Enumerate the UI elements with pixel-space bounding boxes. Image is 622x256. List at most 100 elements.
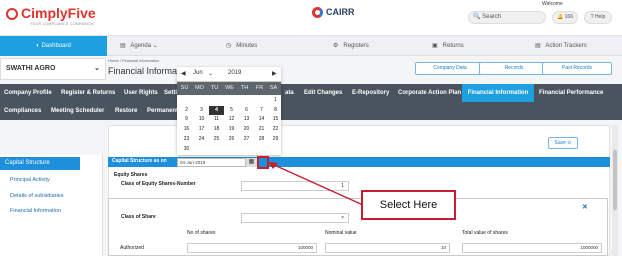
past-records-button[interactable]: Past Records [542, 62, 612, 75]
calendar-empty-cell [194, 96, 209, 105]
calendar-day[interactable]: 21 [254, 125, 269, 134]
menu-restore[interactable]: Restore [115, 108, 137, 114]
calendar-day[interactable]: 7 [254, 106, 269, 115]
select-here-callout: Select Here [361, 190, 456, 220]
authorized-nominal-input[interactable]: 10 [325, 243, 450, 253]
weekday-header: SU MO TU WE TH FR SA [177, 82, 281, 95]
nav-dashboard[interactable]: ◐ Dashboard [0, 36, 107, 56]
calendar-day[interactable]: 1 [268, 96, 283, 105]
col-total-value: Total value of shares [462, 230, 508, 236]
menu-permanent[interactable]: Permanent [147, 108, 178, 114]
menu-corporate-action-plan[interactable]: Corporate Action Plan [398, 90, 461, 96]
sidebar-item-financial-information[interactable]: Financial Information [10, 208, 61, 214]
menu-data[interactable]: ata [285, 90, 294, 96]
menu-settings[interactable]: Setti [164, 90, 177, 96]
calendar-day[interactable]: 8 [268, 106, 283, 115]
arrow-annotation [268, 162, 364, 206]
calendar-grid: 1 2 3 4 5 6 7 8 9 10 11 12 13 14 15 16 17 18 19 20 21 22 23 24 2… [177, 95, 281, 155]
authorized-shares-input[interactable]: 100000 [187, 243, 317, 253]
calendar-day[interactable]: 18 [209, 125, 224, 134]
calendar-icon[interactable]: ▦ [245, 158, 257, 167]
prev-month-icon[interactable]: ◀ [181, 70, 186, 77]
weekday-label: FR [255, 85, 264, 91]
company-data-button[interactable]: Company Data [415, 62, 485, 75]
sidebar-item-principal-activity[interactable]: Principal Activity [10, 177, 50, 183]
calendar-empty-cell [224, 145, 239, 154]
calendar-empty-cell [179, 96, 194, 105]
equity-shares-label: Equity Shares [114, 172, 148, 178]
scrollbar-thumb[interactable] [613, 150, 617, 210]
calendar-day[interactable]: 25 [209, 135, 224, 144]
records-button[interactable]: Records [479, 62, 549, 75]
class-of-share-input[interactable]: × [241, 213, 349, 223]
calendar-empty-cell [209, 145, 224, 154]
next-month-icon[interactable]: ▶ [272, 70, 277, 77]
section-title: Capital Structure as on [112, 158, 167, 164]
col-nominal-value: Nominal value [325, 230, 357, 236]
notification-button[interactable]: 🔔 166 [552, 11, 578, 24]
menu-meeting-scheduler[interactable]: Meeting Scheduler [51, 108, 104, 114]
menu-company-profile[interactable]: Company Profile [4, 90, 52, 96]
sidebar-item-details-of-subsidiaries[interactable]: Details of subsidiaries [10, 193, 64, 199]
calendar-day[interactable]: 16 [179, 125, 194, 134]
calendar-day[interactable]: 13 [239, 115, 254, 124]
menu-compliances[interactable]: Compliances [4, 108, 41, 114]
calendar-day[interactable]: 17 [194, 125, 209, 134]
calendar-day[interactable]: 14 [254, 115, 269, 124]
calendar-day[interactable]: 26 [224, 135, 239, 144]
col-no-of-shares: No of shares [187, 230, 216, 236]
notification-count: 166 [564, 14, 573, 20]
logo-tagline: YOUR COMPLIANCE COMPANION [30, 22, 95, 26]
weekday-label: TU [210, 85, 219, 91]
calendar-day[interactable]: 15 [268, 115, 283, 124]
calendar-day[interactable]: 29 [268, 135, 283, 144]
nav-registers[interactable]: ⚙ Registers [333, 36, 369, 56]
save-button[interactable]: Save ⊙ [548, 137, 578, 149]
help-label: Help [594, 14, 606, 20]
calendar-day[interactable]: 11 [209, 115, 224, 124]
calendar-day[interactable]: 28 [254, 135, 269, 144]
calendar-empty-cell [268, 145, 283, 154]
calendar-day[interactable]: 4 [209, 105, 224, 115]
welcome-text: Welcome [542, 1, 563, 7]
calendar-day[interactable]: 2 [179, 106, 194, 115]
close-icon[interactable]: ✕ [582, 203, 588, 211]
calendar-day[interactable]: 19 [224, 125, 239, 134]
year-select[interactable]: 2019 [228, 70, 241, 76]
company-selector[interactable]: SWATHI AGRO ⌄ [0, 58, 106, 80]
calendar-day[interactable]: 22 [268, 125, 283, 134]
nav-returns[interactable]: ▣ Returns [432, 36, 464, 56]
menu-financial-information[interactable]: Financial Information [462, 84, 534, 102]
search-input[interactable]: 🔍 Search [468, 11, 546, 24]
menu-user-rights[interactable]: User Rights [124, 90, 158, 96]
month-select[interactable]: Jun [193, 70, 203, 76]
nav-action-trackers[interactable]: ▤ Action Trackers [535, 36, 587, 56]
calendar-day[interactable]: 30 [179, 145, 194, 154]
calendar-day[interactable]: 10 [194, 115, 209, 124]
calendar-day[interactable]: 12 [224, 115, 239, 124]
calendar-day[interactable]: 23 [179, 135, 194, 144]
cimplyfive-logo[interactable]: CimplyFive [6, 5, 96, 21]
calendar-day[interactable]: 5 [224, 106, 239, 115]
sidebar-item-capital-structure[interactable]: Capital Structure [0, 157, 80, 170]
calendar-day[interactable]: 20 [239, 125, 254, 134]
menu-e-repository[interactable]: E-Repository [352, 90, 389, 96]
calendar-day[interactable]: 9 [179, 115, 194, 124]
authorized-total-input[interactable]: 1000000 [462, 243, 602, 253]
menu-register-returns[interactable]: Register & Returns [61, 90, 115, 96]
calendar-empty-cell [254, 145, 269, 154]
cairr-logo: CAIRR [312, 7, 355, 19]
calendar-day[interactable]: 27 [239, 135, 254, 144]
menu-edit-changes[interactable]: Edit Changes [304, 90, 342, 96]
menu-financial-performance[interactable]: Financial Performance [539, 90, 603, 96]
breadcrumb: Home / Financial Information [108, 58, 160, 63]
chevron-down-icon: ⌄ [94, 65, 100, 72]
nav-agenda[interactable]: ▤ Agenda ⌄ [120, 36, 158, 56]
weekday-label: WE [225, 85, 234, 91]
calendar-day[interactable]: 3 [194, 106, 209, 115]
help-button[interactable]: ? Help [584, 11, 612, 24]
calendar-day[interactable]: 24 [194, 135, 209, 144]
sidebar [0, 155, 103, 256]
nav-minutes[interactable]: ◷ Minutes [226, 36, 257, 56]
calendar-day[interactable]: 6 [239, 106, 254, 115]
